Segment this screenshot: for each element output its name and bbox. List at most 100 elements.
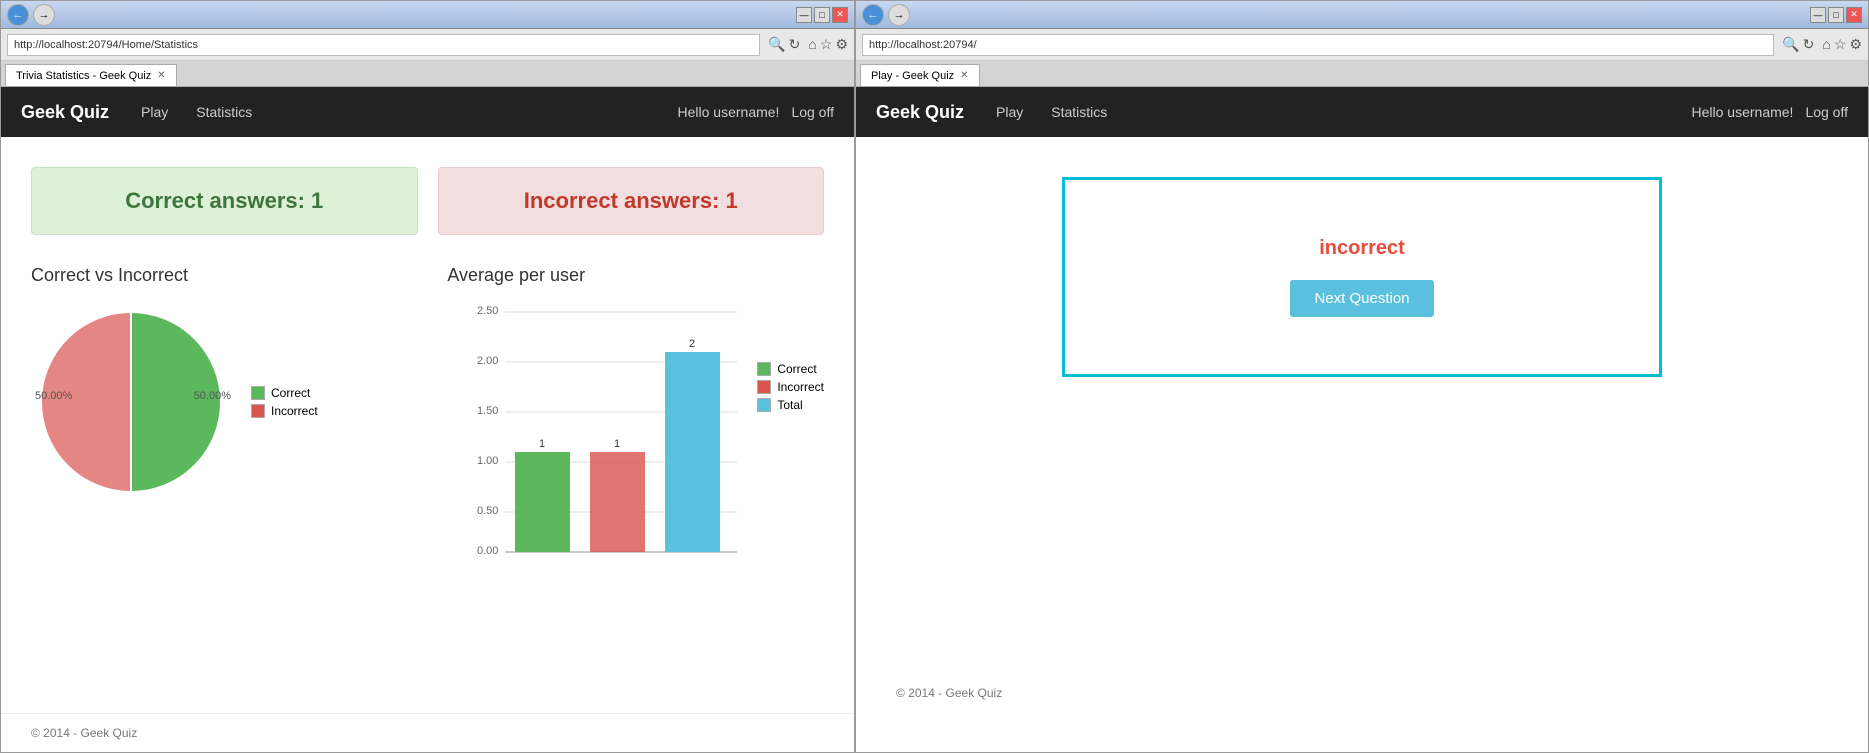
app-nav-left: Geek Quiz Play Statistics Hello username… bbox=[1, 87, 854, 137]
play-content: incorrect Next Question © 2014 - Geek Qu… bbox=[856, 137, 1868, 752]
back-button-right[interactable]: ← bbox=[862, 4, 884, 26]
bar-correct bbox=[515, 452, 570, 552]
home-icon-right[interactable]: ⌂ bbox=[1822, 36, 1830, 53]
svg-text:2.50: 2.50 bbox=[477, 305, 498, 317]
nav-links-left: Play Statistics bbox=[129, 96, 677, 128]
pie-chart-title: Correct vs Incorrect bbox=[31, 265, 407, 286]
address-text-right: http://localhost:20794/ bbox=[869, 39, 977, 51]
bar-total bbox=[665, 352, 720, 552]
home-icon-left[interactable]: ⌂ bbox=[808, 36, 816, 53]
title-bar-right: ← → — □ ✕ bbox=[856, 1, 1868, 29]
close-btn-left[interactable]: ✕ bbox=[832, 7, 848, 23]
tab-close-right[interactable]: ✕ bbox=[960, 70, 968, 81]
address-bar-left[interactable]: http://localhost:20794/Home/Statistics bbox=[7, 34, 760, 56]
minimize-btn-left[interactable]: — bbox=[796, 7, 812, 23]
brand-left[interactable]: Geek Quiz bbox=[21, 102, 109, 123]
bar-chart-container: Average per user 2.50 2.00 1.50 1.00 0.5… bbox=[447, 265, 824, 562]
legend-correct-label: Correct bbox=[271, 386, 310, 400]
svg-text:0.00: 0.00 bbox=[477, 545, 498, 557]
refresh-icon-right[interactable]: ↻ bbox=[1803, 36, 1815, 53]
tab-play[interactable]: Play - Geek Quiz ✕ bbox=[860, 64, 980, 86]
incorrect-box: Incorrect answers: 1 bbox=[438, 167, 825, 235]
forward-button-right[interactable]: → bbox=[888, 4, 910, 26]
footer-right: © 2014 - Geek Quiz bbox=[896, 674, 1002, 712]
nav-play-right[interactable]: Play bbox=[984, 96, 1035, 128]
forward-button-left[interactable]: → bbox=[33, 4, 55, 26]
nav-play-left[interactable]: Play bbox=[129, 96, 180, 128]
svg-text:1: 1 bbox=[539, 438, 545, 450]
nav-logoff-right[interactable]: Log off bbox=[1805, 104, 1848, 120]
browser-bar-left: http://localhost:20794/Home/Statistics 🔍… bbox=[1, 29, 854, 61]
star-icon-right[interactable]: ☆ bbox=[1834, 36, 1847, 53]
pie-label-left: 50.00% bbox=[35, 390, 72, 402]
fav-icons-right: ⌂ ☆ ⚙ bbox=[1822, 36, 1862, 53]
nav-links-right: Play Statistics bbox=[984, 96, 1691, 128]
nav-right-left: Hello username! Log off bbox=[678, 104, 835, 120]
charts-section: Correct vs Incorrect 50.00% 50.00% bbox=[31, 265, 824, 562]
footer-text-left: © 2014 - Geek Quiz bbox=[31, 726, 137, 740]
bar-legend: Correct Incorrect Total bbox=[757, 362, 824, 412]
svg-text:0.50: 0.50 bbox=[477, 505, 498, 517]
title-bar-left: ← → — □ ✕ bbox=[1, 1, 854, 29]
toolbar-icons-left: 🔍 ↻ bbox=[768, 36, 800, 53]
pie-svg bbox=[31, 302, 231, 502]
bar-legend-total: Total bbox=[757, 398, 824, 412]
pie-chart-container: Correct vs Incorrect 50.00% 50.00% bbox=[31, 265, 407, 562]
close-btn-right[interactable]: ✕ bbox=[1846, 7, 1862, 23]
tab-statistics-label: Trivia Statistics - Geek Quiz bbox=[16, 70, 151, 82]
legend-incorrect: Incorrect bbox=[251, 404, 318, 418]
incorrect-box-text: Incorrect answers: 1 bbox=[524, 188, 738, 213]
maximize-btn-right[interactable]: □ bbox=[1828, 7, 1844, 23]
search-icon-right[interactable]: 🔍 bbox=[1782, 36, 1799, 53]
gear-icon-right[interactable]: ⚙ bbox=[1849, 36, 1862, 53]
tab-bar-right: Play - Geek Quiz ✕ bbox=[856, 61, 1868, 87]
tab-play-label: Play - Geek Quiz bbox=[871, 70, 954, 82]
answer-result: incorrect bbox=[1319, 237, 1405, 260]
bar-legend-total-color bbox=[757, 398, 771, 412]
footer-left: © 2014 - Geek Quiz bbox=[1, 713, 854, 752]
gear-icon-left[interactable]: ⚙ bbox=[835, 36, 848, 53]
window-buttons-left: — □ ✕ bbox=[796, 7, 848, 23]
bar-legend-incorrect: Incorrect bbox=[757, 380, 824, 394]
minimize-btn-right[interactable]: — bbox=[1810, 7, 1826, 23]
left-window: ← → — □ ✕ http://localhost:20794/Home/St… bbox=[0, 0, 855, 753]
pie-chart: 50.00% 50.00% bbox=[31, 302, 231, 502]
bar-legend-correct-color bbox=[757, 362, 771, 376]
back-button-left[interactable]: ← bbox=[7, 4, 29, 26]
footer-text-right: © 2014 - Geek Quiz bbox=[896, 686, 1002, 700]
bar-incorrect bbox=[590, 452, 645, 552]
refresh-icon-left[interactable]: ↻ bbox=[789, 36, 801, 53]
legend-correct-color bbox=[251, 386, 265, 400]
pie-legend: Correct Incorrect bbox=[251, 386, 318, 418]
fav-icons-left: ⌂ ☆ ⚙ bbox=[808, 36, 848, 53]
maximize-btn-left[interactable]: □ bbox=[814, 7, 830, 23]
next-question-button[interactable]: Next Question bbox=[1290, 280, 1433, 317]
address-text-left: http://localhost:20794/Home/Statistics bbox=[14, 39, 198, 51]
right-window: ← → — □ ✕ http://localhost:20794/ 🔍 ↻ ⌂ … bbox=[855, 0, 1869, 753]
pie-chart-wrapper: 50.00% 50.00% Correct Incorrect bbox=[31, 302, 407, 502]
bar-legend-correct: Correct bbox=[757, 362, 824, 376]
window-buttons-right: — □ ✕ bbox=[1810, 7, 1862, 23]
answer-box: incorrect Next Question bbox=[1062, 177, 1662, 377]
window-controls-right: ← → bbox=[862, 4, 910, 26]
bar-legend-total-label: Total bbox=[777, 398, 802, 412]
star-icon-left[interactable]: ☆ bbox=[820, 36, 833, 53]
bar-chart-row: 2.50 2.00 1.50 1.00 0.50 0.00 bbox=[447, 302, 824, 562]
legend-incorrect-label: Incorrect bbox=[271, 404, 318, 418]
nav-logoff-left[interactable]: Log off bbox=[791, 104, 834, 120]
window-controls-left: ← → bbox=[7, 4, 55, 26]
nav-hello-left: Hello username! bbox=[678, 104, 780, 120]
bar-chart-svg: 2.50 2.00 1.50 1.00 0.50 0.00 bbox=[447, 302, 747, 562]
stats-boxes: Correct answers: 1 Incorrect answers: 1 bbox=[31, 167, 824, 235]
svg-text:1: 1 bbox=[614, 438, 620, 450]
nav-statistics-right[interactable]: Statistics bbox=[1039, 96, 1119, 128]
brand-right[interactable]: Geek Quiz bbox=[876, 102, 964, 123]
svg-text:1.50: 1.50 bbox=[477, 405, 498, 417]
address-bar-right[interactable]: http://localhost:20794/ bbox=[862, 34, 1774, 56]
tab-close-left[interactable]: ✕ bbox=[157, 70, 165, 81]
browser-bar-right: http://localhost:20794/ 🔍 ↻ ⌂ ☆ ⚙ bbox=[856, 29, 1868, 61]
nav-statistics-left[interactable]: Statistics bbox=[184, 96, 264, 128]
search-icon-left[interactable]: 🔍 bbox=[768, 36, 785, 53]
tab-statistics[interactable]: Trivia Statistics - Geek Quiz ✕ bbox=[5, 64, 177, 86]
svg-text:2: 2 bbox=[689, 338, 695, 350]
